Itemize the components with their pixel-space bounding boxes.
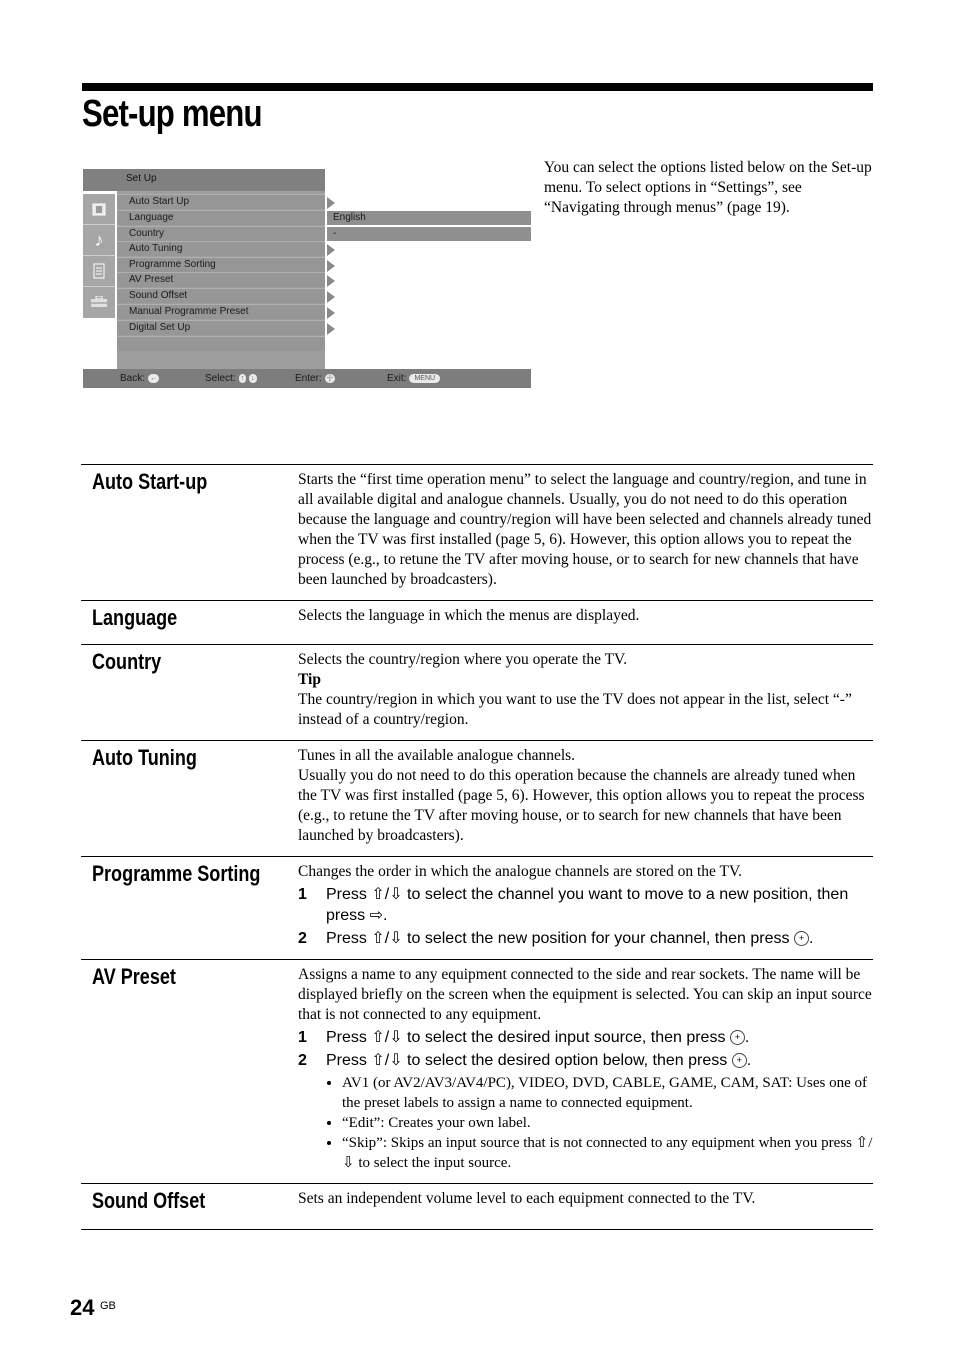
option-row-programme-sorting: Programme Sorting Changes the order in w… (81, 856, 873, 959)
up-key-icon: ↑ (238, 373, 247, 383)
tv-menu-item-auto-tuning[interactable]: Auto Tuning (117, 241, 325, 256)
option-term: Programme Sorting (92, 861, 261, 886)
tv-menu-footer: Back: ← Select: ↑ ↓ Enter: -|- Exit: MENU (83, 369, 531, 388)
tip-text: The country/region in which you want to … (298, 691, 852, 728)
setup-options-table: Auto Start-up Starts the “first time ope… (81, 464, 873, 1230)
submenu-arrow-icon (327, 197, 335, 209)
down-key-icon: ↓ (249, 373, 257, 383)
page-region-code: GB (100, 1300, 116, 1312)
setup-toolbox-icon (83, 287, 115, 317)
option-term: Country (92, 649, 162, 674)
tv-menu-item-country[interactable]: Country (117, 226, 325, 241)
step: 1 Press ⇧/⇩ to select the desired input … (298, 1029, 750, 1046)
submenu-arrow-icon (327, 244, 335, 256)
step: 2 Press ⇧/⇩ to select the new position f… (298, 930, 814, 947)
tv-menu-value-language: English (327, 211, 531, 225)
tv-menu-list: Auto Start Up Language Country Auto Tuni… (117, 191, 325, 369)
submenu-arrow-icon (327, 291, 335, 303)
tv-menu-item-digital-set-up[interactable]: Digital Set Up (117, 320, 325, 335)
tv-menu-item-empty (117, 336, 325, 351)
footer-enter: Enter: -|- (295, 373, 336, 384)
option-description: Tunes in all the available analogue chan… (298, 747, 865, 844)
option-row-country: Country Selects the country/region where… (81, 644, 873, 740)
list-item: AV1 (or AV2/AV3/AV4/PC), VIDEO, DVD, CAB… (342, 1073, 873, 1113)
tip-label: Tip (298, 671, 321, 688)
option-row-auto-start-up: Auto Start-up Starts the “first time ope… (81, 464, 873, 600)
step: 2 Press ⇧/⇩ to select the desired option… (298, 1052, 752, 1069)
option-term: Sound Offset (92, 1188, 206, 1213)
footer-back: Back: ← (120, 373, 160, 384)
footer-select: Select: ↑ ↓ (205, 373, 257, 384)
page-title: Set-up menu (82, 93, 263, 135)
option-term: Auto Tuning (92, 745, 197, 770)
tv-menu-item-av-preset[interactable]: AV Preset (117, 272, 325, 287)
tv-menu-item-programme-sorting[interactable]: Programme Sorting (117, 257, 325, 272)
intro-paragraph: You can select the options listed below … (544, 159, 872, 216)
submenu-arrow-icon (327, 275, 335, 287)
option-description: Starts the “first time operation menu” t… (298, 471, 872, 588)
option-row-auto-tuning: Auto Tuning Tunes in all the available a… (81, 740, 873, 856)
tv-menu-sidebar: ♪ (83, 194, 115, 318)
av-preset-options-list: AV1 (or AV2/AV3/AV4/PC), VIDEO, DVD, CAB… (298, 1073, 873, 1173)
tv-menu-item-auto-start-up[interactable]: Auto Start Up (117, 194, 325, 209)
option-description: Changes the order in which the analogue … (298, 857, 873, 959)
enter-key-icon: -|- (324, 373, 336, 383)
enter-button-icon: + (793, 931, 809, 947)
option-row-sound-offset: Sound Offset Sets an independent volume … (81, 1183, 873, 1230)
enter-button-icon: + (729, 1030, 745, 1046)
option-description: Assigns a name to any equipment connecte… (298, 960, 873, 1183)
option-term: Auto Start-up (92, 469, 208, 494)
features-icon (83, 256, 115, 287)
tv-menu-header: Set Up (117, 169, 325, 191)
list-item: “Edit”: Creates your own label. (342, 1113, 873, 1133)
option-row-language: Language Selects the language in which t… (81, 600, 873, 644)
page-number: 24 (70, 1295, 95, 1320)
option-term: AV Preset (92, 964, 176, 989)
tv-menu-item-language[interactable]: Language (117, 210, 325, 225)
picture-icon (83, 194, 115, 225)
step: 1 Press ⇧/⇩ to select the channel you wa… (298, 886, 849, 924)
tv-menu-value-country: - (327, 227, 531, 241)
enter-button-icon: + (731, 1053, 747, 1069)
back-key-icon: ← (148, 373, 160, 383)
submenu-arrow-icon (327, 260, 335, 272)
option-row-av-preset: AV Preset Assigns a name to any equipmen… (81, 959, 873, 1183)
option-description: Selects the country/region where you ope… (298, 645, 873, 740)
tv-menu-item-manual-programme-preset[interactable]: Manual Programme Preset (117, 304, 325, 319)
option-description: Selects the language in which the menus … (298, 607, 640, 624)
title-rule (82, 83, 873, 91)
option-term: Language (92, 605, 178, 630)
tv-setup-menu-screenshot: Set Up ♪ Auto Start Up Language Country … (83, 169, 531, 388)
menu-key-icon: MENU (409, 373, 441, 383)
submenu-arrow-icon (327, 307, 335, 319)
submenu-arrow-icon (327, 323, 335, 335)
footer-exit: Exit: MENU (387, 369, 441, 388)
sound-icon: ♪ (83, 225, 115, 256)
option-description: Sets an independent volume level to each… (298, 1190, 756, 1207)
tv-menu-item-sound-offset[interactable]: Sound Offset (117, 288, 325, 303)
list-item: “Skip”: Skips an input source that is no… (342, 1133, 873, 1173)
